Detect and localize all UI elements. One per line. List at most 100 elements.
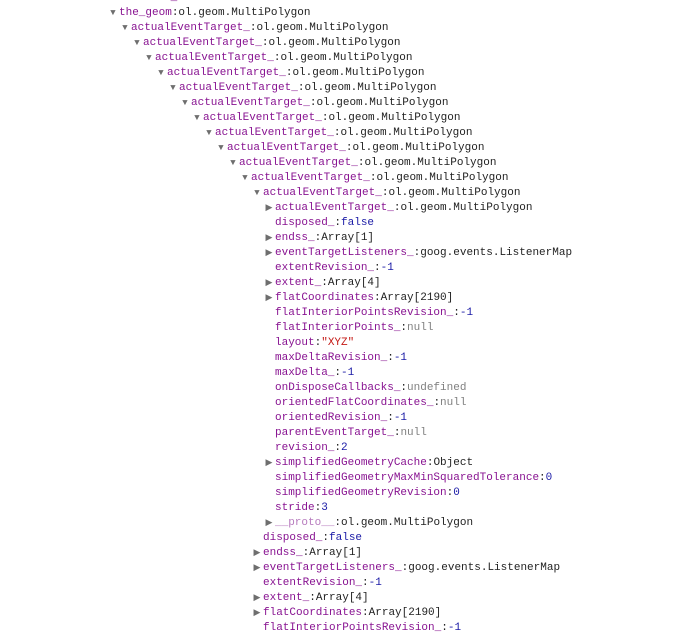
tree-row[interactable]: flatInteriorPointsRevision_: -1 xyxy=(0,621,695,636)
tree-row[interactable]: disposed_: false xyxy=(0,216,695,231)
tree-row[interactable]: ▶extent_: Array[4] xyxy=(0,276,695,291)
chevron-right-icon[interactable]: ▶ xyxy=(252,606,262,621)
tree-row[interactable]: extentRevision_: -1 xyxy=(0,576,695,591)
property-key: actualEventTarget_ xyxy=(263,186,382,201)
tree-row[interactable]: orientedFlatCoordinates_: null xyxy=(0,396,695,411)
property-value: ol.geom.MultiPolygon xyxy=(340,126,472,141)
chevron-right-icon[interactable]: ▶ xyxy=(264,231,274,246)
tree-row[interactable]: ▶endss_: Array[1] xyxy=(0,231,695,246)
chevron-down-icon[interactable]: ▼ xyxy=(156,66,166,81)
separator: : xyxy=(315,501,322,516)
chevron-down-icon[interactable]: ▼ xyxy=(108,6,118,21)
tree-row[interactable]: ▶__proto__: ol.geom.MultiPolygon xyxy=(0,516,695,531)
tree-row[interactable]: maxDelta_: -1 xyxy=(0,366,695,381)
separator: : xyxy=(362,576,369,591)
tree-row[interactable]: ▼actualEventTarget_: ol.geom.MultiPolygo… xyxy=(0,141,695,156)
tree-row[interactable]: ▼actualEventTarget_: ol.geom.MultiPolygo… xyxy=(0,96,695,111)
tree-row[interactable]: ▼actualEventTarget_: ol.geom.MultiPolygo… xyxy=(0,51,695,66)
chevron-right-icon[interactable]: ▶ xyxy=(264,291,274,306)
separator: : xyxy=(172,6,179,21)
tree-row[interactable]: ▼actualEventTarget_: ol.geom.MultiPolygo… xyxy=(0,126,695,141)
chevron-right-icon[interactable]: ▶ xyxy=(264,276,274,291)
chevron-down-icon[interactable]: ▼ xyxy=(180,96,190,111)
property-key: actualEventTarget_ xyxy=(227,141,346,156)
chevron-down-icon[interactable]: ▼ xyxy=(216,141,226,156)
chevron-right-icon[interactable]: ▶ xyxy=(264,456,274,471)
tree-row[interactable]: flatInteriorPointsRevision_: -1 xyxy=(0,306,695,321)
chevron-down-icon[interactable]: ▼ xyxy=(204,126,214,141)
tree-row[interactable]: simplifiedGeometryMaxMinSquaredTolerance… xyxy=(0,471,695,486)
separator: : xyxy=(387,351,394,366)
property-key: actualEventTarget_ xyxy=(191,96,310,111)
tree-row[interactable]: ▶extent_: Array[4] xyxy=(0,591,695,606)
tree-row[interactable]: stride: 3 xyxy=(0,501,695,516)
property-key: simplifiedGeometryCache xyxy=(275,456,427,471)
separator: : xyxy=(334,216,341,231)
tree-row[interactable]: extentRevision_: -1 xyxy=(0,261,695,276)
property-key: actualEventTarget_ xyxy=(155,51,274,66)
property-key: endss_ xyxy=(263,546,303,561)
tree-row[interactable]: ▼the_geom: ol.geom.MultiPolygon xyxy=(0,6,695,21)
tree-row[interactable]: parentEventTarget_: null xyxy=(0,426,695,441)
tree-row[interactable]: maxDeltaRevision_: -1 xyxy=(0,351,695,366)
property-key: flatInteriorPointsRevision_ xyxy=(263,621,441,636)
tree-row[interactable]: flatInteriorPoints_: null xyxy=(0,321,695,336)
tree-row[interactable]: ▼actualEventTarget_: ol.geom.MultiPolygo… xyxy=(0,171,695,186)
separator: : xyxy=(539,471,546,486)
tree-row[interactable]: ▼actualEventTarget_: ol.geom.MultiPolygo… xyxy=(0,156,695,171)
property-key: maxDelta_ xyxy=(275,366,334,381)
tree-row[interactable]: ▶eventTargetListeners_: goog.events.List… xyxy=(0,561,695,576)
chevron-down-icon[interactable]: ▼ xyxy=(228,156,238,171)
separator: : xyxy=(315,336,322,351)
separator: : xyxy=(315,231,322,246)
chevron-right-icon[interactable]: ▶ xyxy=(252,546,262,561)
property-value: undefined xyxy=(407,381,466,396)
property-key: actualEventTarget_ xyxy=(203,111,322,126)
tree-row[interactable]: ▼actualEventTarget_: ol.geom.MultiPolygo… xyxy=(0,186,695,201)
tree-row[interactable]: ▶flatCoordinates: Array[2190] xyxy=(0,291,695,306)
chevron-right-icon[interactable]: ▶ xyxy=(264,246,274,261)
property-key: endss_ xyxy=(275,231,315,246)
tree-row[interactable]: orientedRevision_: -1 xyxy=(0,411,695,426)
tree-row[interactable]: ▶eventTargetListeners_: goog.events.List… xyxy=(0,246,695,261)
chevron-down-icon[interactable]: ▼ xyxy=(168,81,178,96)
tree-row[interactable]: disposed_: false xyxy=(0,531,695,546)
chevron-down-icon[interactable]: ▼ xyxy=(120,21,130,36)
chevron-down-icon[interactable]: ▼ xyxy=(192,111,202,126)
tree-row[interactable]: revision_: 2 xyxy=(0,441,695,456)
tree-row[interactable]: onDisposeCallbacks_: undefined xyxy=(0,381,695,396)
separator: : xyxy=(382,186,389,201)
separator: : xyxy=(286,66,293,81)
property-value: Array[1] xyxy=(309,546,362,561)
tree-row[interactable]: ▶flatCoordinates: Array[2190] xyxy=(0,606,695,621)
tree-row[interactable]: ▼actualEventTarget_: ol.geom.MultiPolygo… xyxy=(0,66,695,81)
chevron-right-icon[interactable]: ▶ xyxy=(252,561,262,576)
tree-row[interactable]: ▶endss_: Array[1] xyxy=(0,546,695,561)
property-value: false xyxy=(329,531,362,546)
tree-row[interactable]: ▶actualEventTarget_: ol.geom.MultiPolygo… xyxy=(0,201,695,216)
chevron-right-icon[interactable]: ▶ xyxy=(252,591,262,606)
property-key: extentRevision_ xyxy=(275,261,374,276)
tree-row[interactable]: layout: "XYZ" xyxy=(0,336,695,351)
tree-row[interactable]: ▶simplifiedGeometryCache: Object xyxy=(0,456,695,471)
chevron-right-icon[interactable]: ▶ xyxy=(264,201,274,216)
chevron-down-icon[interactable]: ▼ xyxy=(252,186,262,201)
chevron-right-icon[interactable]: ▶ xyxy=(264,516,274,531)
property-key: actualEventTarget_ xyxy=(179,81,298,96)
tree-row[interactable]: simplifiedGeometryRevision: 0 xyxy=(0,486,695,501)
property-key: simplifiedGeometryRevision xyxy=(275,486,447,501)
chevron-down-icon[interactable]: ▼ xyxy=(144,51,154,66)
separator: : xyxy=(334,516,341,531)
property-key: extentRevision_ xyxy=(263,576,362,591)
separator: : xyxy=(358,156,365,171)
chevron-down-icon[interactable]: ▼ xyxy=(240,171,250,186)
tree-row[interactable]: ▼actualEventTarget_: ol.geom.MultiPolygo… xyxy=(0,81,695,96)
tree-row[interactable]: ▼actualEventTarget_: ol.geom.MultiPolygo… xyxy=(0,111,695,126)
property-value: 2 xyxy=(341,441,348,456)
property-value: 0 xyxy=(453,486,460,501)
tree-row[interactable]: ▼actualEventTarget_: ol.geom.MultiPolygo… xyxy=(0,36,695,51)
chevron-down-icon[interactable]: ▼ xyxy=(132,36,142,51)
property-value: Array[2190] xyxy=(381,291,454,306)
tree-row[interactable]: ▼actualEventTarget_: ol.geom.MultiPolygo… xyxy=(0,21,695,36)
property-key: __proto__ xyxy=(275,516,334,531)
